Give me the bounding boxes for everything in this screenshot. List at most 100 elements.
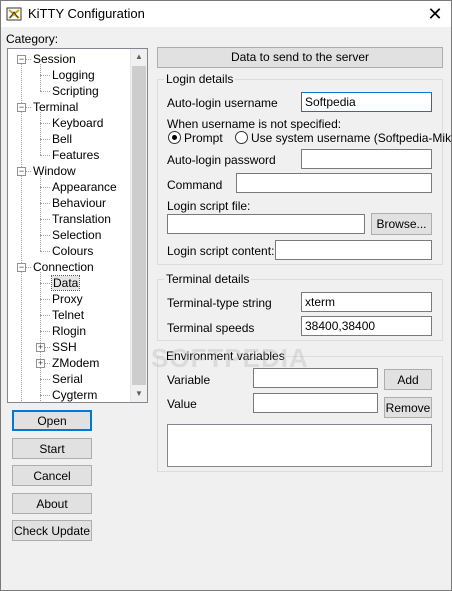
tree-item-scripting[interactable]: Scripting xyxy=(52,83,99,99)
terminal-type-label: Terminal-type string xyxy=(167,296,272,310)
tree-scrollbar[interactable]: ▲ ▼ xyxy=(130,49,147,402)
tree-item-behaviour[interactable]: Behaviour xyxy=(52,195,106,211)
tree-item-label: Session xyxy=(33,52,76,66)
tree-item-label: Colours xyxy=(52,244,94,258)
scroll-down-icon[interactable]: ▼ xyxy=(131,386,147,402)
tree-item-label: Terminal xyxy=(33,100,79,114)
tree-item-label: Translation xyxy=(52,212,111,226)
value-label: Value xyxy=(167,397,197,411)
tree-item-label: Behaviour xyxy=(52,196,107,210)
tree-connector xyxy=(40,235,50,236)
tree-item-keyboard[interactable]: Keyboard xyxy=(52,115,103,131)
category-label: Category: xyxy=(6,32,59,46)
environment-variables-list[interactable] xyxy=(167,424,432,467)
autologin-password-label: Auto-login password xyxy=(167,153,276,167)
tree-item-label: Serial xyxy=(52,372,83,386)
tree-item-label: Scripting xyxy=(52,84,99,98)
tree-connector xyxy=(40,123,50,124)
tree-item-label: Keyboard xyxy=(52,116,104,130)
tree-item-data[interactable]: Data xyxy=(50,275,81,291)
tree-item-session[interactable]: Session xyxy=(33,51,76,67)
command-input[interactable] xyxy=(236,173,432,193)
open-button[interactable]: Open xyxy=(12,410,92,431)
tree-connector xyxy=(40,379,50,380)
collapse-minus-icon[interactable]: − xyxy=(17,103,26,112)
collapse-minus-icon[interactable]: − xyxy=(17,167,26,176)
terminal-speeds-input[interactable] xyxy=(301,316,432,336)
tree-item-selection[interactable]: Selection xyxy=(52,227,101,243)
close-button[interactable]: ✕ xyxy=(419,1,451,27)
tree-connector xyxy=(40,139,50,140)
kitty-config-window: KiTTY Configuration ✕ Category: Session −… xyxy=(0,0,452,591)
tree-item-label: Data xyxy=(50,275,81,291)
login-script-file-label: Login script file: xyxy=(167,199,251,213)
tree-connector xyxy=(40,203,50,204)
tree-connector xyxy=(40,299,50,300)
tree-item-serial[interactable]: Serial xyxy=(52,371,83,387)
tree-item-label: Logging xyxy=(52,68,95,82)
collapse-minus-icon[interactable]: − xyxy=(17,55,26,64)
browse-button[interactable]: Browse... xyxy=(371,213,432,235)
expand-plus-icon[interactable]: + xyxy=(36,359,45,368)
tree-item-label: Proxy xyxy=(52,292,83,306)
tree-item-zmodem[interactable]: ZModem xyxy=(52,355,99,371)
tree-item-label: Rlogin xyxy=(52,324,87,338)
when-username-label: When username is not specified: xyxy=(167,117,342,131)
autologin-password-input[interactable] xyxy=(301,149,432,169)
tree-connector xyxy=(40,251,50,252)
cancel-button[interactable]: Cancel xyxy=(12,465,92,486)
tree-item-proxy[interactable]: Proxy xyxy=(52,291,83,307)
login-script-content-input[interactable] xyxy=(275,240,432,260)
tree-item-connection[interactable]: Connection xyxy=(33,259,94,275)
remove-button[interactable]: Remove xyxy=(384,397,432,418)
system-username-radio-label: Use system username (Softpedia-Miki) xyxy=(251,131,452,145)
terminal-type-input[interactable] xyxy=(301,292,432,312)
tree-connector xyxy=(40,331,50,332)
tree-item-label: Selection xyxy=(52,228,102,242)
tree-item-colours[interactable]: Colours xyxy=(52,243,93,259)
tree-item-logging[interactable]: Logging xyxy=(52,67,95,83)
tree-item-cygterm[interactable]: Cygterm xyxy=(52,387,97,402)
tree-item-label: Bell xyxy=(52,132,73,146)
login-details-title: Login details xyxy=(164,72,236,86)
check-update-button[interactable]: Check Update xyxy=(12,520,92,541)
start-button[interactable]: Start xyxy=(12,438,92,459)
login-script-file-input[interactable] xyxy=(167,214,365,234)
tree-item-label: ZModem xyxy=(52,356,100,370)
scroll-up-icon[interactable]: ▲ xyxy=(131,49,147,65)
scroll-thumb[interactable] xyxy=(132,66,146,385)
tree-item-bell[interactable]: Bell xyxy=(52,131,72,147)
autologin-username-input[interactable] xyxy=(301,92,432,112)
tree-item-label: Connection xyxy=(33,260,94,274)
tree-connector xyxy=(40,283,50,284)
tree-items: Session − Logging Scripting Terminal − Keyboar… xyxy=(8,49,131,402)
tree-connector xyxy=(40,75,50,76)
tree-item-rlogin[interactable]: Rlogin xyxy=(52,323,86,339)
tree-item-label: Window xyxy=(33,164,76,178)
title-bar: KiTTY Configuration ✕ xyxy=(1,1,451,27)
tree-item-telnet[interactable]: Telnet xyxy=(52,307,84,323)
tree-item-translation[interactable]: Translation xyxy=(52,211,111,227)
terminal-speeds-label: Terminal speeds xyxy=(167,321,255,335)
tree-item-appearance[interactable]: Appearance xyxy=(52,179,117,195)
value-input[interactable] xyxy=(253,393,378,413)
terminal-details-title: Terminal details xyxy=(164,272,252,286)
tree-item-features[interactable]: Features xyxy=(52,147,99,163)
expand-plus-icon[interactable]: + xyxy=(36,343,45,352)
tree-connector xyxy=(40,91,50,92)
command-label: Command xyxy=(167,178,223,192)
system-username-radio[interactable] xyxy=(235,131,248,144)
panel-header: Data to send to the server xyxy=(157,47,443,68)
tree-child-connector xyxy=(40,64,41,91)
tree-connector xyxy=(40,395,50,396)
prompt-radio[interactable] xyxy=(168,131,181,144)
category-tree[interactable]: Session − Logging Scripting Terminal − Keyboar… xyxy=(7,48,148,403)
tree-item-label: Appearance xyxy=(52,180,117,194)
tree-item-ssh[interactable]: SSH xyxy=(52,339,77,355)
tree-item-window[interactable]: Window xyxy=(33,163,76,179)
add-button[interactable]: Add xyxy=(384,369,432,390)
tree-item-terminal[interactable]: Terminal xyxy=(33,99,78,115)
tree-connector xyxy=(40,155,50,156)
about-button[interactable]: About xyxy=(12,493,92,514)
collapse-minus-icon[interactable]: − xyxy=(17,263,26,272)
